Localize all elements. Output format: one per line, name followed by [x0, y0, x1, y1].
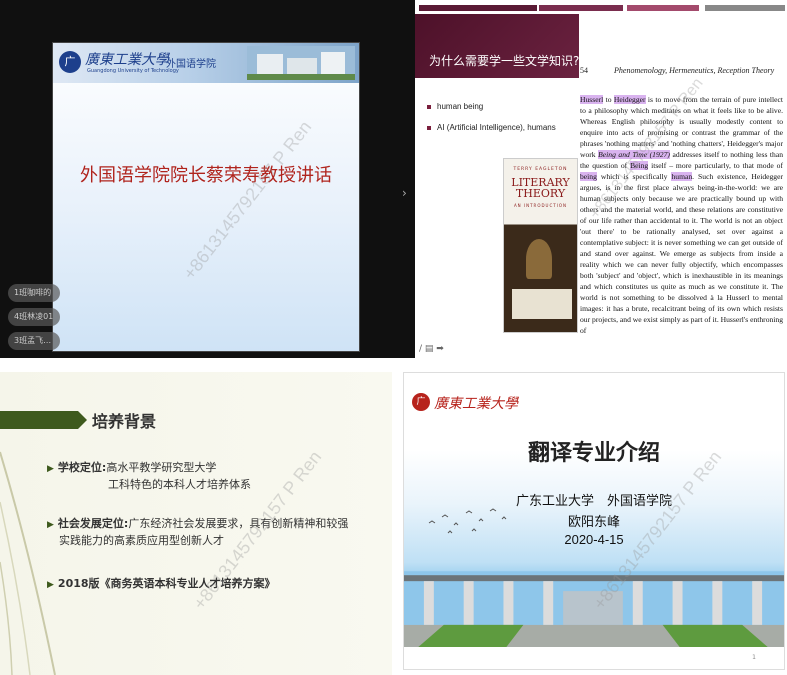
book-cover: TERRY EAGLETON LITERARY THEORY AN INTROD… [503, 158, 578, 333]
university-logo-icon: 广 [412, 393, 430, 411]
university-name: 廣東工業大學 [434, 396, 518, 412]
bullet-text: human being [437, 102, 484, 111]
item-label: 学校定位: [57, 461, 107, 474]
bullet-item: AI (Artificial Intelligence), humans [427, 123, 556, 132]
bullet-triangle-icon: ▶ [47, 580, 54, 590]
video-panel-translation-intro: 广 廣東工業大學 翻译专业介绍 广东工业大学 外国语学院 欧阳东峰 2020-4… [403, 372, 785, 670]
bullet-triangle-icon: ▶ [47, 464, 54, 474]
participant-chip[interactable]: 3班孟飞… [8, 332, 60, 350]
highlight: Husserl [580, 95, 604, 104]
video-panel-training-background: 培养背景 ▶ 学校定位:高水平教学研究型大学 工科特色的本科人才培养体系 ▶ 社会发… [0, 372, 392, 675]
book-title: LITERARY THEORY [504, 177, 577, 199]
university-banner: 广 廣東工業大學 Guangdong University of Technol… [53, 43, 359, 83]
text-run: itself – more particularly, to that mode… [648, 161, 783, 170]
university-logo-icon: 广 [59, 51, 81, 73]
highlight: being [580, 172, 597, 181]
highlight: Being [630, 161, 649, 170]
page-number: 1 [752, 654, 756, 661]
text-run: to [603, 95, 614, 104]
book-subtitle: AN INTRODUCTION [513, 203, 568, 208]
chevron-right-icon[interactable]: › [402, 186, 407, 200]
bullet-list: human being AI (Artificial Intelligence)… [427, 102, 556, 144]
item-label: 社会发展定位: [57, 517, 129, 530]
bullet-triangle-icon: ▶ [47, 520, 54, 530]
video-panel-literary-theory: 为什么需要学一些文学知识? human being AI (Artificial… [415, 0, 787, 358]
painting-table [512, 289, 572, 319]
participant-chip[interactable]: 1班咖啡的 [8, 284, 60, 302]
slide-heading: 培养背景 [92, 412, 157, 431]
campus-building-image [247, 46, 355, 80]
bullet-item: human being [427, 102, 556, 111]
item-text: 高水平教学研究型大学 [106, 461, 217, 474]
slide-title: 翻译专业介绍 [527, 441, 660, 466]
participant-chip[interactable]: 4班林凌01 [8, 308, 60, 326]
school-tag: 外国语学院 [166, 59, 216, 70]
book-page: 54 Phenomenology, Hermeneutics, Receptio… [578, 62, 785, 354]
bullet-icon [427, 104, 431, 109]
footer-bar [404, 647, 784, 669]
talk-title: 外国语学院院长蔡荣寿教授讲话 [80, 165, 332, 186]
top-accent-bar [419, 5, 537, 11]
top-accent-bar [539, 5, 623, 11]
running-head: Phenomenology, Hermeneutics, Reception T… [614, 66, 775, 75]
item-text: 广东经济社会发展要求，具有创新精神和较强 [128, 517, 349, 530]
highlight: human [671, 172, 693, 181]
slide-toolbar[interactable]: / ▤ ➡ [419, 344, 444, 354]
bullet-icon [427, 125, 431, 130]
item-continuation: 工科特色的本科人才培养体系 [108, 478, 251, 491]
book-title-line: THEORY [515, 187, 566, 200]
university-name: 廣東工業大學 [85, 52, 169, 68]
bullet-text: AI (Artificial Intelligence), humans [437, 123, 556, 132]
list-item: ▶ 学校定位:高水平教学研究型大学 [47, 459, 216, 475]
video-panel-welcome: 广 廣東工業大學 Guangdong University of Technol… [0, 0, 415, 358]
list-item: ▶ 2018版《商务英语本科专业人才培养方案》 [47, 575, 276, 591]
item-continuation: 实践能力的高素质应用型创新人才 [59, 534, 224, 547]
participant-list: 1班咖啡的 4班林凌01 3班孟飞… [8, 284, 60, 356]
slide-title: 为什么需要学一些文学知识? [429, 54, 580, 68]
campus-image [404, 571, 784, 651]
book-author: TERRY EAGLETON [513, 167, 568, 172]
page-number: 54 [580, 66, 588, 75]
page-body-text: Husserl to Heidegger is to move from the… [580, 94, 783, 336]
item-text: 2018版《商务英语本科专业人才培养方案》 [57, 577, 276, 590]
text-run: which is specifically [596, 172, 672, 181]
slide-welcome: 广 廣東工業大學 Guangdong University of Technol… [52, 42, 360, 352]
list-item: ▶ 社会发展定位:广东经济社会发展要求，具有创新精神和较强 [47, 515, 348, 531]
top-accent-bar [627, 5, 699, 11]
highlight: Heidegger [613, 95, 646, 104]
painting-figure [526, 239, 552, 279]
top-accent-bar [705, 5, 785, 11]
highlight: Being and Time (1927) [598, 150, 670, 159]
text-run: . Such existence, Heidegger argues, is i… [580, 172, 783, 335]
heading-accent-bar [0, 411, 87, 429]
birds-image [428, 508, 507, 534]
